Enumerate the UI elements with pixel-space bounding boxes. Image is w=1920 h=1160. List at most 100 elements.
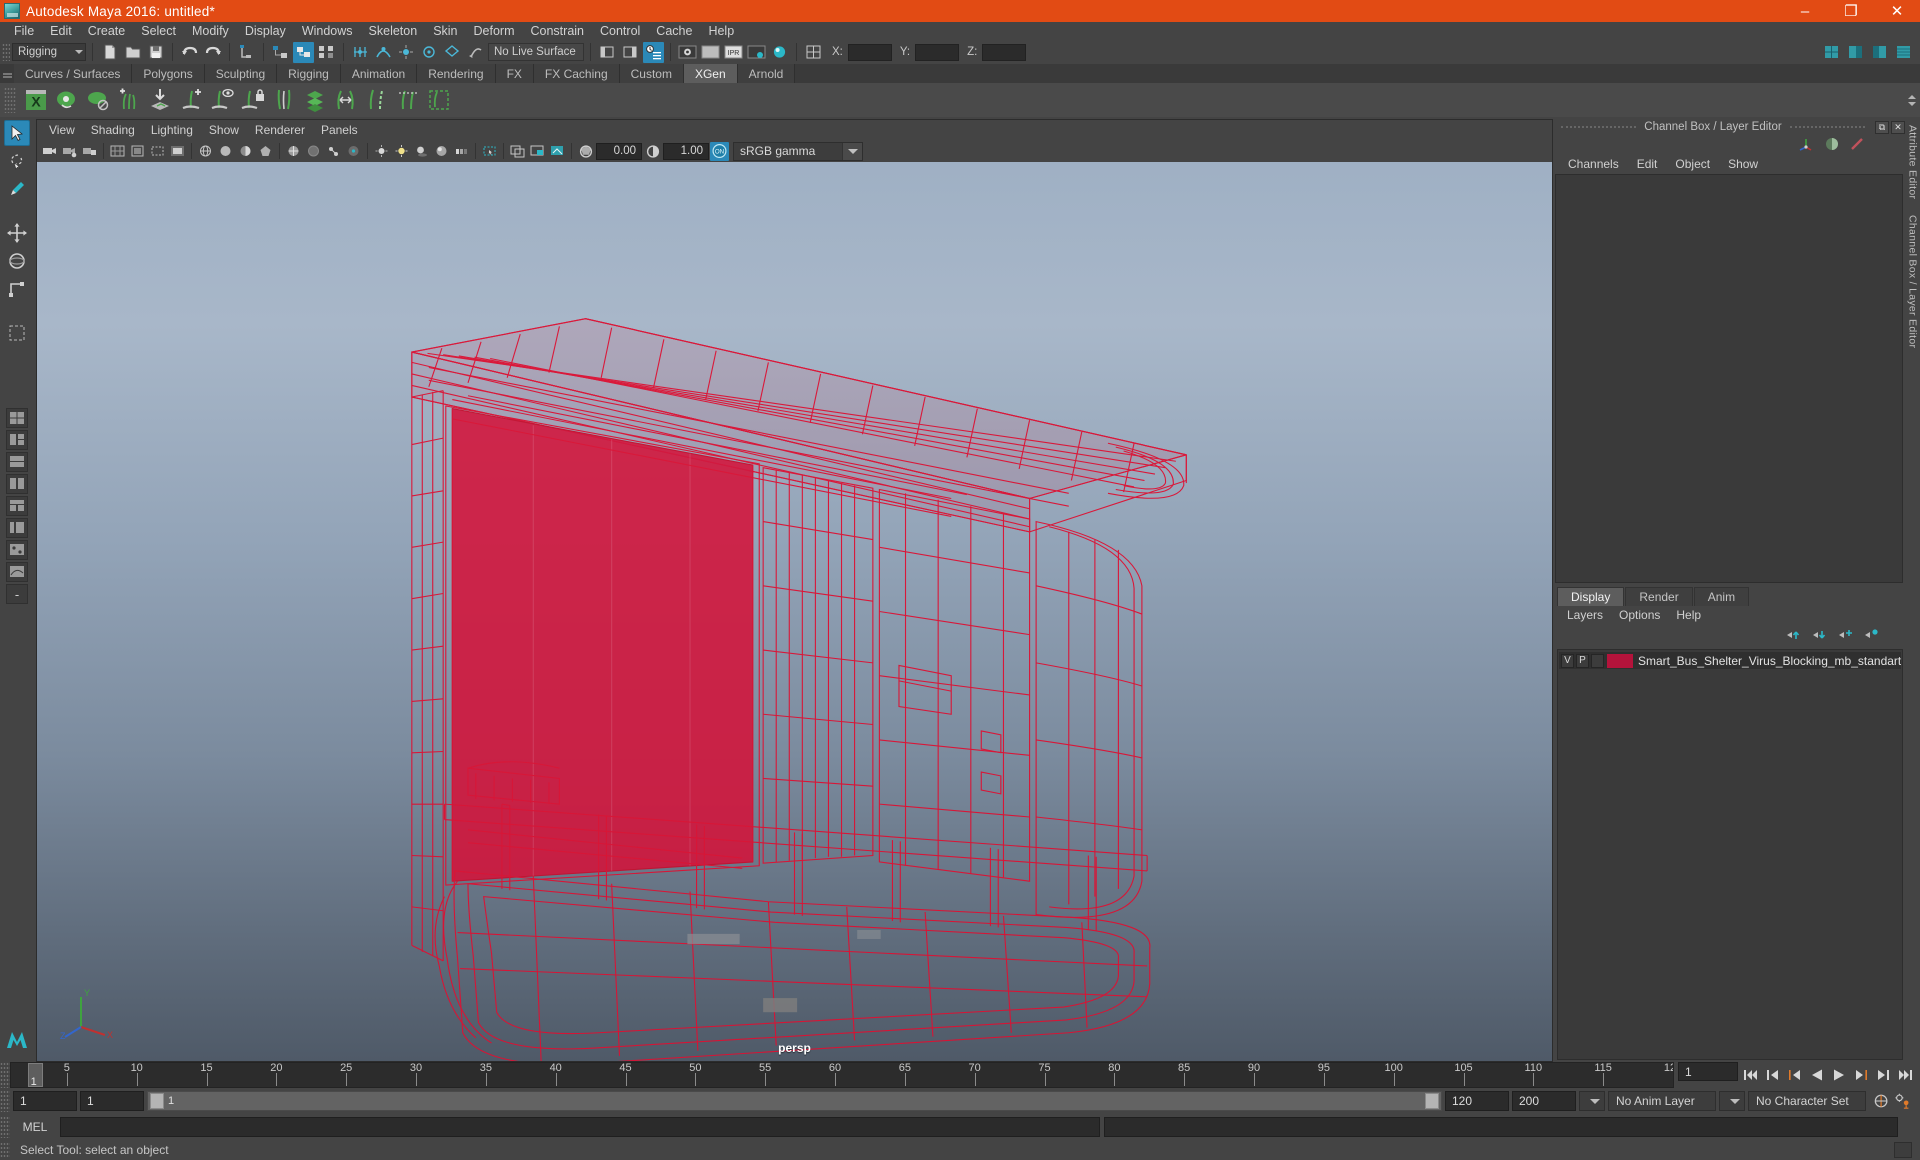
- step-back-keyframe-icon[interactable]: [1764, 1065, 1782, 1085]
- xray-active-components-icon[interactable]: [344, 142, 363, 161]
- close-panel-button[interactable]: ✕: [1891, 120, 1906, 134]
- menu-help[interactable]: Help: [700, 22, 742, 40]
- rotate-tool-button[interactable]: [4, 248, 30, 274]
- shelf-overflow-button[interactable]: [1904, 83, 1920, 117]
- layer-tab-display[interactable]: Display: [1557, 587, 1625, 606]
- table-row[interactable]: V P Smart_Bus_Shelter_Virus_Blocking_mb_…: [1559, 652, 1901, 669]
- flat-shade-icon[interactable]: [256, 142, 275, 161]
- panel-menu-show[interactable]: Show: [201, 120, 247, 140]
- snap-to-curve-button[interactable]: [373, 42, 394, 63]
- step-back-frame-icon[interactable]: [1786, 1065, 1804, 1085]
- xgen-preview-icon[interactable]: [52, 85, 82, 115]
- snap-to-view-plane-button[interactable]: [442, 42, 463, 63]
- toggle-input-fields-button[interactable]: [803, 42, 824, 63]
- redo-previous-render-button[interactable]: [700, 42, 721, 63]
- menu-skeleton[interactable]: Skeleton: [361, 22, 426, 40]
- command-line-grip[interactable]: [0, 1116, 10, 1138]
- xgen-clump-icon[interactable]: [300, 85, 330, 115]
- last-tool-used-button[interactable]: [4, 320, 30, 346]
- layout-four-view-button[interactable]: [6, 430, 28, 450]
- wireframe-on-shaded-icon[interactable]: [284, 142, 303, 161]
- show-hide-editor-right-button[interactable]: [620, 42, 641, 63]
- layout-three-panes-button[interactable]: [6, 496, 28, 516]
- layer-state-toggle[interactable]: [1591, 653, 1604, 668]
- channel-menu-edit[interactable]: Edit: [1628, 155, 1667, 174]
- paint-select-tool-button[interactable]: [4, 176, 30, 202]
- xgen-import-icon[interactable]: [145, 85, 175, 115]
- live-surface-field[interactable]: No Live Surface: [488, 43, 584, 61]
- range-slider-grip[interactable]: [0, 1090, 10, 1112]
- layer-tab-anim[interactable]: Anim: [1693, 587, 1750, 606]
- panel-menu-lighting[interactable]: Lighting: [143, 120, 201, 140]
- channel-box-content[interactable]: [1555, 174, 1903, 583]
- shelf-tab-curves-surfaces[interactable]: Curves / Surfaces: [14, 64, 133, 83]
- statusline-grip[interactable]: [2, 43, 10, 61]
- move-layer-up-icon[interactable]: [1785, 628, 1801, 645]
- move-layer-down-icon[interactable]: [1811, 628, 1827, 645]
- channel-menu-show[interactable]: Show: [1719, 155, 1767, 174]
- show-hide-tool-settings-button[interactable]: [1869, 42, 1890, 63]
- range-start-field[interactable]: 1: [80, 1091, 144, 1111]
- menu-skin[interactable]: Skin: [425, 22, 465, 40]
- shelf-tab-rendering[interactable]: Rendering: [417, 64, 496, 83]
- shelf-tab-custom[interactable]: Custom: [619, 64, 684, 83]
- panel-menu-renderer[interactable]: Renderer: [247, 120, 313, 140]
- xgen-editor-icon[interactable]: X: [21, 85, 51, 115]
- time-slider-grip[interactable]: [0, 1062, 10, 1088]
- modeling-toolkit-icon[interactable]: [1797, 136, 1815, 155]
- current-frame-field[interactable]: 1: [1678, 1062, 1738, 1081]
- isolate-select-icon[interactable]: [480, 142, 499, 161]
- menu-set-selector[interactable]: Rigging: [12, 43, 86, 61]
- show-hide-editor-left-button[interactable]: [597, 42, 618, 63]
- xgen-part-icon[interactable]: [269, 85, 299, 115]
- x-input-field[interactable]: [847, 43, 892, 61]
- smooth-shade-selected-icon[interactable]: [236, 142, 255, 161]
- range-end-field[interactable]: 120: [1445, 1091, 1509, 1111]
- wireframe-icon[interactable]: [196, 142, 215, 161]
- hud-toggle-icon[interactable]: [528, 142, 547, 161]
- move-tool-button[interactable]: [4, 220, 30, 246]
- animation-start-field[interactable]: 1: [13, 1091, 77, 1111]
- select-by-hierarchy-button[interactable]: [236, 42, 257, 63]
- shelf-tab-fx-caching[interactable]: FX Caching: [533, 64, 620, 83]
- xgen-length-icon[interactable]: [393, 85, 423, 115]
- default-light-icon[interactable]: [372, 142, 391, 161]
- render-settings-button[interactable]: [746, 42, 767, 63]
- auto-keyframe-icon[interactable]: [1873, 1091, 1891, 1111]
- grid-toggle-icon[interactable]: [108, 142, 127, 161]
- gate-mask-icon[interactable]: [168, 142, 187, 161]
- shelf-buttons-grip[interactable]: [4, 87, 16, 113]
- layer-visibility-toggle[interactable]: V: [1561, 653, 1574, 668]
- perspective-viewport[interactable]: persp Y X Z: [37, 162, 1552, 1061]
- layer-menu-help[interactable]: Help: [1668, 606, 1709, 625]
- save-scene-button[interactable]: [145, 42, 166, 63]
- command-input-field[interactable]: [60, 1117, 1100, 1137]
- motion-blur-icon[interactable]: [452, 142, 471, 161]
- command-output-field[interactable]: [1104, 1117, 1898, 1137]
- menu-control[interactable]: Control: [592, 22, 648, 40]
- shadows-icon[interactable]: [412, 142, 431, 161]
- script-editor-icon[interactable]: [1894, 1142, 1912, 1158]
- minimize-button[interactable]: –: [1782, 0, 1828, 22]
- shelf-tab-rigging[interactable]: Rigging: [277, 64, 341, 83]
- hypershade-button[interactable]: [769, 42, 790, 63]
- channel-box-icon[interactable]: [1849, 136, 1865, 155]
- channel-menu-object[interactable]: Object: [1666, 155, 1719, 174]
- range-right-handle[interactable]: [1425, 1093, 1439, 1109]
- ipr-render-button[interactable]: IPR: [723, 42, 744, 63]
- viewport-settings-icon[interactable]: [548, 142, 567, 161]
- show-hide-attribute-editor-right-button[interactable]: [1845, 42, 1866, 63]
- step-forward-keyframe-icon[interactable]: [1874, 1065, 1892, 1085]
- gamma-field[interactable]: 1.00: [663, 142, 709, 160]
- menu-display[interactable]: Display: [237, 22, 294, 40]
- all-lights-icon[interactable]: [392, 142, 411, 161]
- command-language-label[interactable]: MEL: [14, 1120, 56, 1134]
- menu-create[interactable]: Create: [80, 22, 134, 40]
- select-by-hierarchy-root-button[interactable]: [270, 42, 291, 63]
- playhead[interactable]: 1: [27, 1063, 43, 1087]
- channel-menu-channels[interactable]: Channels: [1559, 155, 1628, 174]
- shelf-grip[interactable]: [0, 64, 14, 83]
- snap-to-grid-button[interactable]: [350, 42, 371, 63]
- layer-tab-render[interactable]: Render: [1625, 587, 1693, 606]
- side-tab-attribute-editor[interactable]: Attribute Editor: [1907, 125, 1919, 199]
